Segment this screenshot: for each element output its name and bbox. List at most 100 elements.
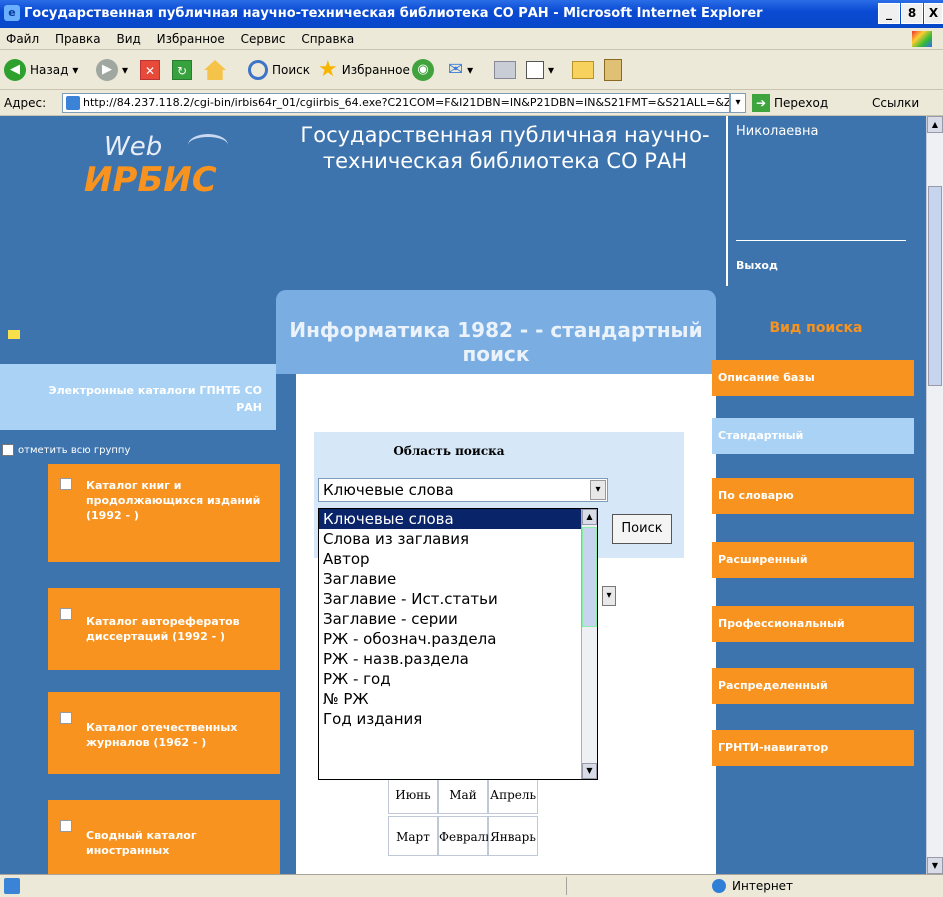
scroll-thumb[interactable]	[928, 186, 942, 386]
forward-dropdown-icon[interactable]: ▾	[122, 56, 128, 84]
edit-icon	[526, 61, 544, 79]
go-arrow-icon: ➔	[752, 94, 770, 112]
scroll-up-icon[interactable]: ▲	[927, 116, 943, 133]
catalog-checkbox[interactable]	[60, 608, 72, 620]
search-title: Информатика 1982 - - стандартный поиск	[289, 318, 703, 366]
mark-group-checkbox[interactable]	[2, 444, 14, 456]
tab-distributed[interactable]: Распределенный	[712, 668, 914, 704]
print-button[interactable]	[494, 56, 516, 84]
scroll-down-icon[interactable]: ▼	[927, 857, 943, 874]
logout-link[interactable]: Выход	[736, 259, 778, 272]
mail-dropdown-icon[interactable]: ▾	[467, 56, 473, 84]
select-arrow-icon[interactable]: ▾	[590, 480, 606, 500]
dropdown-scroll-down-icon[interactable]: ▼	[582, 763, 597, 779]
user-panel: Николаевна Выход	[726, 116, 916, 286]
menu-tools[interactable]: Сервис	[241, 32, 286, 46]
print-icon	[494, 61, 516, 79]
tab-grnti-navigator[interactable]: ГРНТИ-навигатор	[712, 730, 914, 766]
edit-dropdown-icon[interactable]: ▾	[548, 56, 554, 84]
catalog-item[interactable]: Сводный каталог иностранных	[48, 800, 280, 874]
toolbar: ◀ Назад ▾ ▶ ▾ ✕ ↻ Поиск ★ Избранное ◉ ✉ …	[0, 50, 943, 90]
go-button[interactable]: ➔ Переход	[752, 90, 828, 116]
back-dropdown-icon[interactable]: ▾	[72, 56, 78, 84]
folder-marker-icon	[8, 330, 20, 339]
dropdown-option[interactable]: Слова из заглавия	[319, 529, 597, 549]
mark-group-row[interactable]: отметить всю группу	[2, 444, 130, 456]
favorites-button[interactable]: ★ Избранное	[318, 56, 410, 84]
home-icon	[204, 60, 226, 80]
menu-bar: Файл Правка Вид Избранное Сервис Справка	[0, 28, 943, 50]
links-label[interactable]: Ссылки	[872, 90, 919, 116]
dropdown-option[interactable]: РЖ - год	[319, 669, 597, 689]
dropdown-option[interactable]: РЖ - назв.раздела	[319, 649, 597, 669]
go-label: Переход	[774, 96, 829, 110]
search-area-dropdown[interactable]: Ключевые слова Слова из заглавия Автор З…	[318, 508, 598, 780]
dropdown-option[interactable]: РЖ - обознач.раздела	[319, 629, 597, 649]
month-cell[interactable]: Май	[438, 774, 488, 814]
catalog-checkbox[interactable]	[60, 712, 72, 724]
stop-button[interactable]: ✕	[140, 56, 160, 84]
close-button[interactable]: X	[924, 3, 943, 24]
menu-file[interactable]: Файл	[6, 32, 39, 46]
catalog-item[interactable]: Каталог авторефератов диссертаций (1992 …	[48, 588, 280, 670]
dropdown-option[interactable]: Заглавие - Ист.статьи	[319, 589, 597, 609]
catalog-item[interactable]: Каталог отечественных журналов (1962 - )	[48, 692, 280, 774]
tab-extended[interactable]: Расширенный	[712, 542, 914, 578]
catalog-item[interactable]: Каталог книг и продолжающихся изданий (1…	[48, 464, 280, 562]
tab-professional[interactable]: Профессиональный	[712, 606, 914, 642]
tab-description[interactable]: Описание базы	[712, 360, 914, 396]
ie-icon: e	[4, 5, 20, 21]
dropdown-option[interactable]: Автор	[319, 549, 597, 569]
user-divider	[736, 240, 906, 241]
dropdown-scrollbar[interactable]: ▲ ▼	[581, 509, 597, 779]
month-cell[interactable]: Июнь	[388, 774, 438, 814]
search-area-selected: Ключевые слова	[323, 481, 454, 499]
menu-edit[interactable]: Правка	[55, 32, 101, 46]
search-area-select[interactable]: Ключевые слова ▾	[318, 478, 608, 502]
dropdown-option[interactable]: Заглавие	[319, 569, 597, 589]
minimize-button[interactable]: _	[878, 3, 900, 24]
hidden-select-arrow-icon[interactable]: ▾	[602, 586, 616, 606]
window-title-bar: e Государственная публичная научно-техни…	[0, 0, 943, 28]
history-button[interactable]: ✉ ▾	[448, 56, 473, 84]
star-icon: ★	[318, 57, 338, 82]
menu-favorites[interactable]: Избранное	[157, 32, 225, 46]
messenger-button[interactable]	[604, 56, 622, 84]
forward-button[interactable]: ▶ ▾	[96, 56, 128, 84]
dropdown-scroll-thumb[interactable]	[582, 527, 597, 627]
edit-button[interactable]: ▾	[526, 56, 554, 84]
search-type-title: Вид поиска	[769, 320, 863, 336]
folder-icon	[572, 61, 594, 79]
catalog-checkbox[interactable]	[60, 478, 72, 490]
tab-dictionary[interactable]: По словарю	[712, 478, 914, 514]
address-dropdown-icon[interactable]: ▾	[730, 93, 746, 113]
catalog-checkbox[interactable]	[60, 820, 72, 832]
month-cell[interactable]: Февраль	[438, 816, 492, 856]
maximize-button[interactable]: 8	[901, 3, 923, 24]
search-submit-button[interactable]: Поиск	[612, 514, 672, 544]
dropdown-option[interactable]: № РЖ	[319, 689, 597, 709]
refresh-button[interactable]: ↻	[172, 56, 192, 84]
mark-group-label: отметить всю группу	[18, 444, 131, 456]
page-scrollbar[interactable]: ▲ ▼	[926, 116, 943, 874]
refresh-icon: ↻	[172, 60, 192, 80]
tab-standard[interactable]: Стандартный	[712, 418, 914, 454]
media-button[interactable]: ◉	[412, 56, 434, 84]
menu-help[interactable]: Справка	[301, 32, 354, 46]
discuss-button[interactable]	[572, 56, 594, 84]
dropdown-option[interactable]: Год издания	[319, 709, 597, 729]
month-cell[interactable]: Март	[388, 816, 438, 856]
address-input[interactable]: http://84.237.118.2/cgi-bin/irbis64r_01/…	[62, 93, 730, 113]
catalog-label: Каталог авторефератов диссертаций (1992 …	[86, 615, 240, 643]
back-button[interactable]: ◀ Назад ▾	[4, 56, 78, 84]
dropdown-option[interactable]: Заглавие - серии	[319, 609, 597, 629]
dropdown-option[interactable]: Ключевые слова	[319, 509, 597, 529]
search-button[interactable]: Поиск	[248, 56, 310, 84]
dropdown-scroll-up-icon[interactable]: ▲	[582, 509, 597, 525]
windows-logo-icon	[912, 31, 932, 47]
month-cell[interactable]: Апрель	[488, 774, 538, 814]
menu-view[interactable]: Вид	[116, 32, 140, 46]
home-button[interactable]	[204, 56, 226, 84]
search-label: Поиск	[272, 63, 311, 77]
month-cell[interactable]: Январь	[488, 816, 538, 856]
